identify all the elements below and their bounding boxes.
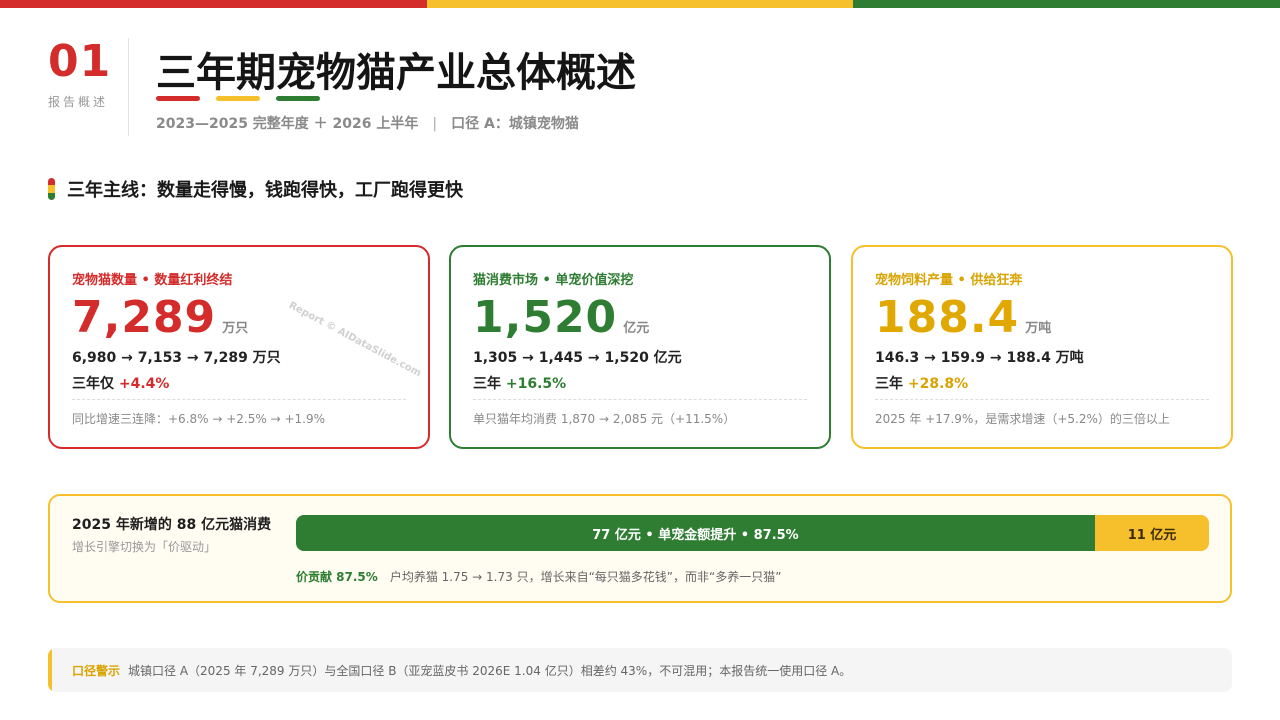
card-growth-value: +16.5% [505,376,567,392]
title-underline-bars [156,96,320,101]
card-growth: 三年 +16.5% [473,373,807,393]
section-label: 报告概述 [48,95,109,109]
card-growth: 三年仅 +4.4% [72,373,406,393]
traffic-light-marker [48,178,55,200]
warning-accent-bar [48,648,52,692]
card-growth-value: +4.4% [118,376,170,392]
page-title: 三年期宠物猫产业总体概述 [156,50,636,96]
card-trend: 1,305 → 1,445 → 1,520 亿元 [473,350,682,366]
card-trend: 146.3 → 159.9 → 188.4 万吨 [875,350,1084,366]
kpi-card-cat-consumption: 猫消费市场 • 单宠价值深挖 1,520 亿元 1,305 → 1,445 → … [449,245,831,449]
card-divider [72,399,406,400]
page-subtitle: 2023—2025 完整年度 ＋ 2026 上半年 | 口径 A：城镇宠物猫 [156,113,579,133]
kpi-card-pet-food-output: 宠物饲料产量 • 供给狂奔 188.4 万吨 146.3 → 159.9 → 1… [851,245,1233,449]
card-title: 宠物猫数量 • 数量红利终结 [72,273,233,288]
subtitle-scope: 口径 A：城镇宠物猫 [451,116,579,132]
underline-red [156,96,200,101]
subtitle-period: 2023—2025 完整年度 ＋ 2026 上半年 [156,116,419,132]
underline-yellow [216,96,260,101]
card-growth-label: 三年 [875,376,903,392]
subtitle-separator: | [432,116,438,132]
card-note: 2025 年 +17.9%，是需求增速（+5.2%）的三倍以上 [875,412,1170,426]
contribution-segment-price: 77 亿元 • 单宠金额提升 • 87.5% [296,515,1095,551]
header-divider [128,38,129,136]
card-big-metric: 188.4 万吨 [875,292,1209,343]
card-trend: 6,980 → 7,153 → 7,289 万只 [72,350,281,366]
contribution-highlight: 价贡献 87.5% [296,570,378,584]
card-note: 同比增速三连降：+6.8% → +2.5% → +1.9% [72,412,325,426]
section-number: 01 [48,36,112,87]
top-bar-yellow [426,0,854,8]
card-title: 宠物饲料产量 • 供给狂奔 [875,273,1023,288]
underline-green [276,96,320,101]
contribution-note-line: 价贡献 87.5% 户均养猫 1.75 → 1.73 只，增长来自“每只猫多花钱”… [296,568,781,585]
top-bar-green [853,0,1280,8]
main-line-heading: 三年主线：数量走得慢，钱跑得快，工厂跑得更快 [48,176,463,202]
card-big-value: 7,289 [72,292,217,343]
contribution-bar: 77 亿元 • 单宠金额提升 • 87.5% 11 亿元 [296,515,1209,551]
card-growth-value: +28.8% [907,376,969,392]
card-note: 单只猫年均消费 1,870 → 2,085 元（+11.5%） [473,412,736,426]
main-line-text: 三年主线：数量走得慢，钱跑得快，工厂跑得更快 [67,180,463,201]
card-growth: 三年 +28.8% [875,373,1209,393]
warning-label: 口径警示 [72,663,121,678]
card-growth-label: 三年仅 [72,376,114,392]
contribution-panel: 2025 年新增的 88 亿元猫消费 增长引擎切换为「价驱动」 77 亿元 • … [48,494,1232,603]
contribution-title: 2025 年新增的 88 亿元猫消费 [72,517,272,533]
card-big-value: 188.4 [875,292,1020,343]
card-unit: 亿元 [623,321,650,336]
contribution-segment-volume: 11 亿元 [1095,515,1209,551]
card-title: 猫消费市场 • 单宠价值深挖 [473,273,634,288]
warning-text: 城镇口径 A（2025 年 7,289 万只）与全国口径 B（亚宠蓝皮书 202… [128,663,852,678]
contribution-note: 户均养猫 1.75 → 1.73 只，增长来自“每只猫多花钱”，而非“多养一只猫… [389,570,782,584]
top-color-bar [0,0,1280,8]
card-growth-label: 三年 [473,376,501,392]
card-big-value: 1,520 [473,292,618,343]
top-bar-red [0,0,427,8]
contribution-subtitle: 增长引擎切换为「价驱动」 [72,540,217,554]
card-divider [473,399,807,400]
scope-warning: 口径警示 城镇口径 A（2025 年 7,289 万只）与全国口径 B（亚宠蓝皮… [48,648,1232,692]
card-unit: 万只 [222,321,249,336]
card-divider [875,399,1209,400]
card-big-metric: 1,520 亿元 [473,292,807,343]
card-unit: 万吨 [1025,321,1052,336]
